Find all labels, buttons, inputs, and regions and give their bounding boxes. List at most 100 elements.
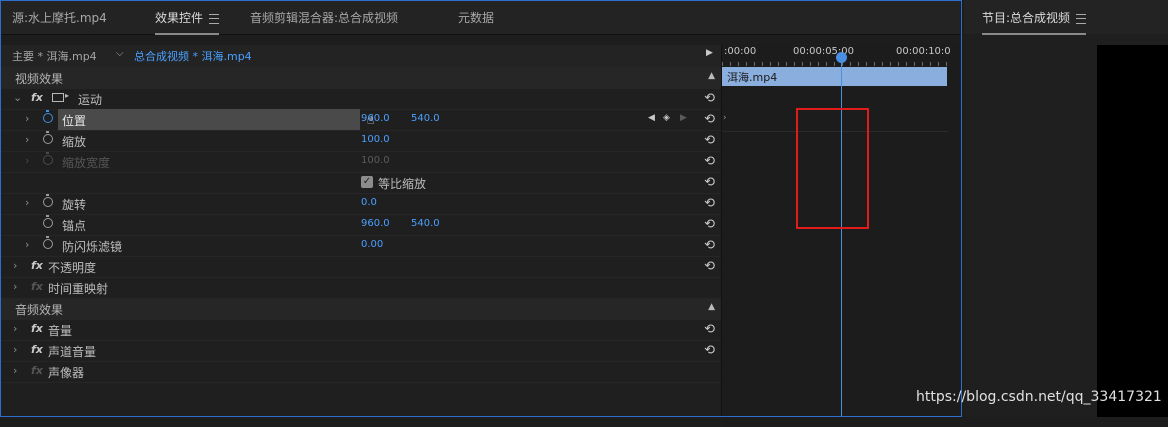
tab-metadata[interactable]: 元数据 bbox=[458, 9, 494, 26]
tab-source[interactable]: 源:水上摩托.mp4 bbox=[12, 9, 107, 26]
fx-icon[interactable]: fx bbox=[31, 364, 43, 377]
tab-audio-mixer[interactable]: 音频剪辑混合器:总合成视频 bbox=[250, 9, 398, 26]
fx-icon[interactable]: fx bbox=[31, 259, 43, 272]
scale-width-value: 100.0 bbox=[361, 155, 390, 166]
reset-icon[interactable]: ⟲ bbox=[704, 217, 715, 232]
reset-icon[interactable]: ⟲ bbox=[704, 154, 715, 169]
anti-flicker-row[interactable]: › 防闪烁滤镜 0.00 ⟲ bbox=[1, 235, 721, 257]
panel-menu-icon[interactable] bbox=[209, 13, 220, 24]
reset-icon[interactable]: ⟲ bbox=[704, 175, 715, 190]
tab-effect-controls[interactable]: 效果控件 bbox=[155, 9, 220, 35]
anchor-row[interactable]: 锚点 960.0 540.0 ⟲ bbox=[1, 214, 721, 236]
next-keyframe-icon[interactable]: ▶ bbox=[680, 113, 687, 123]
reset-icon[interactable]: ⟲ bbox=[704, 91, 715, 106]
volume-row[interactable]: › fx 音量 ⟲ bbox=[1, 319, 721, 341]
reset-icon[interactable]: ⟲ bbox=[704, 196, 715, 211]
channel-volume-row[interactable]: › fx 声道音量 ⟲ bbox=[1, 340, 721, 362]
stopwatch-icon bbox=[43, 152, 53, 165]
rotation-label: 旋转 bbox=[62, 198, 87, 212]
reset-icon[interactable]: ⟲ bbox=[704, 238, 715, 253]
panner-row[interactable]: › fx 声像器 bbox=[1, 361, 721, 383]
fx-icon[interactable]: fx bbox=[31, 280, 43, 293]
position-label: 位置 bbox=[62, 114, 87, 128]
time-remap-row[interactable]: › fx 时间重映射 bbox=[1, 277, 721, 299]
rotation-value[interactable]: 0.0 bbox=[361, 197, 377, 208]
panel-tab-bar: 源:水上摩托.mp4 效果控件 音频剪辑混合器:总合成视频 元数据 bbox=[0, 0, 960, 35]
master-clip-label[interactable]: 主要 * 洱海.mp4 bbox=[12, 48, 97, 64]
channel-volume-label: 声道音量 bbox=[48, 345, 97, 359]
tab-program[interactable]: 节目:总合成视频 bbox=[982, 9, 1087, 35]
uniform-scale-checkbox[interactable]: ✓ bbox=[361, 176, 373, 188]
reset-icon[interactable]: ⟲ bbox=[704, 133, 715, 148]
reset-icon[interactable]: ⟲ bbox=[704, 259, 715, 274]
fx-icon[interactable]: fx bbox=[31, 91, 43, 104]
position-row[interactable]: › 位置 960.0 540.0 ☝ ◀ ◈ ▶ ⟲ bbox=[1, 109, 721, 131]
effect-controls-list: 视频效果 ▲ ⌄ fx ▸ 运动 ⟲ › 位置 960.0 540.0 ☝ ◀ … bbox=[1, 67, 721, 417]
hand-cursor-icon: ☝ bbox=[367, 113, 375, 127]
collapse-up-icon[interactable]: ▲ bbox=[708, 302, 715, 312]
previous-keyframe-icon[interactable]: ◀ bbox=[648, 113, 655, 123]
scale-value[interactable]: 100.0 bbox=[361, 134, 390, 145]
scale-row[interactable]: › 缩放 100.0 ⟲ bbox=[1, 130, 721, 152]
chevron-down-icon[interactable]: ⌄ bbox=[13, 91, 22, 104]
stopwatch-icon[interactable] bbox=[43, 131, 53, 144]
chevron-right-icon[interactable]: › bbox=[25, 133, 29, 146]
program-video-frame bbox=[1097, 45, 1168, 417]
tab-effect-controls-label: 效果控件 bbox=[155, 11, 204, 25]
reset-icon[interactable]: ⟲ bbox=[704, 322, 715, 337]
fx-icon[interactable]: fx bbox=[31, 322, 43, 335]
time-ruler[interactable]: :00:00 00:00:05:00 00:00:10:0 bbox=[722, 46, 951, 66]
program-tab-bar: 节目:总合成视频 bbox=[964, 0, 1168, 35]
chevron-right-icon[interactable]: › bbox=[13, 364, 17, 377]
tick-label: :00:00 bbox=[724, 46, 757, 57]
stopwatch-icon[interactable] bbox=[43, 236, 53, 249]
chevron-right-icon[interactable]: › bbox=[25, 196, 29, 209]
clip-name: 洱海.mp4 bbox=[727, 71, 778, 84]
volume-label: 音量 bbox=[48, 324, 73, 338]
stopwatch-icon[interactable] bbox=[43, 215, 53, 228]
uniform-scale-label: 等比缩放 bbox=[378, 177, 427, 191]
chevron-right-icon[interactable]: › bbox=[25, 112, 29, 125]
highlight-box bbox=[796, 108, 869, 229]
transform-arrow-icon: ▸ bbox=[65, 91, 70, 100]
opacity-row[interactable]: › fx 不透明度 ⟲ bbox=[1, 256, 721, 278]
anti-flicker-label: 防闪烁滤镜 bbox=[62, 240, 123, 254]
clip-bar[interactable]: 洱海.mp4 bbox=[722, 67, 947, 86]
chevron-right-icon[interactable]: › bbox=[13, 343, 17, 356]
chevron-down-icon[interactable]: ⌵ bbox=[116, 48, 124, 59]
reset-icon[interactable]: ⟲ bbox=[704, 112, 715, 127]
panel-menu-icon[interactable] bbox=[1076, 13, 1087, 24]
chevron-right-icon[interactable]: › bbox=[25, 238, 29, 251]
collapse-up-icon[interactable]: ▲ bbox=[708, 71, 715, 81]
playhead-handle[interactable] bbox=[836, 52, 847, 63]
stopwatch-icon[interactable] bbox=[43, 194, 53, 207]
ruler-ticks bbox=[722, 62, 948, 66]
anti-flicker-value[interactable]: 0.00 bbox=[361, 239, 383, 250]
motion-label: 运动 bbox=[78, 93, 103, 107]
sequence-clip-label[interactable]: 总合成视频 * 洱海.mp4 bbox=[134, 48, 252, 64]
chevron-right-icon[interactable]: › bbox=[13, 280, 17, 293]
anchor-label: 锚点 bbox=[62, 219, 87, 233]
panner-label: 声像器 bbox=[48, 366, 85, 380]
chevron-right-icon[interactable]: › bbox=[13, 322, 17, 335]
clip-selector-bar: 主要 * 洱海.mp4 ⌵ 总合成视频 * 洱海.mp4 ▶ bbox=[1, 45, 721, 67]
add-keyframe-icon[interactable]: ◈ bbox=[663, 113, 670, 123]
tab-program-label: 节目:总合成视频 bbox=[982, 11, 1071, 25]
stopwatch-icon[interactable] bbox=[43, 110, 53, 123]
scale-width-label: 缩放宽度 bbox=[62, 156, 111, 170]
scale-label: 缩放 bbox=[62, 135, 87, 149]
anchor-x-value[interactable]: 960.0 bbox=[361, 218, 390, 229]
position-x-value[interactable]: 960.0 bbox=[361, 113, 390, 124]
chevron-right-icon[interactable]: › bbox=[13, 259, 17, 272]
fx-icon[interactable]: fx bbox=[31, 343, 43, 356]
motion-row[interactable]: ⌄ fx ▸ 运动 ⟲ bbox=[1, 88, 721, 110]
opacity-label: 不透明度 bbox=[48, 261, 97, 275]
anchor-y-value[interactable]: 540.0 bbox=[411, 218, 440, 229]
chevron-right-icon: › bbox=[723, 113, 727, 123]
position-y-value[interactable]: 540.0 bbox=[411, 113, 440, 124]
reset-icon[interactable]: ⟲ bbox=[704, 343, 715, 358]
position-highlight bbox=[58, 109, 360, 130]
transform-icon[interactable] bbox=[52, 93, 64, 102]
play-triangle-icon[interactable]: ▶ bbox=[706, 48, 713, 58]
rotation-row[interactable]: › 旋转 0.0 ⟲ bbox=[1, 193, 721, 215]
